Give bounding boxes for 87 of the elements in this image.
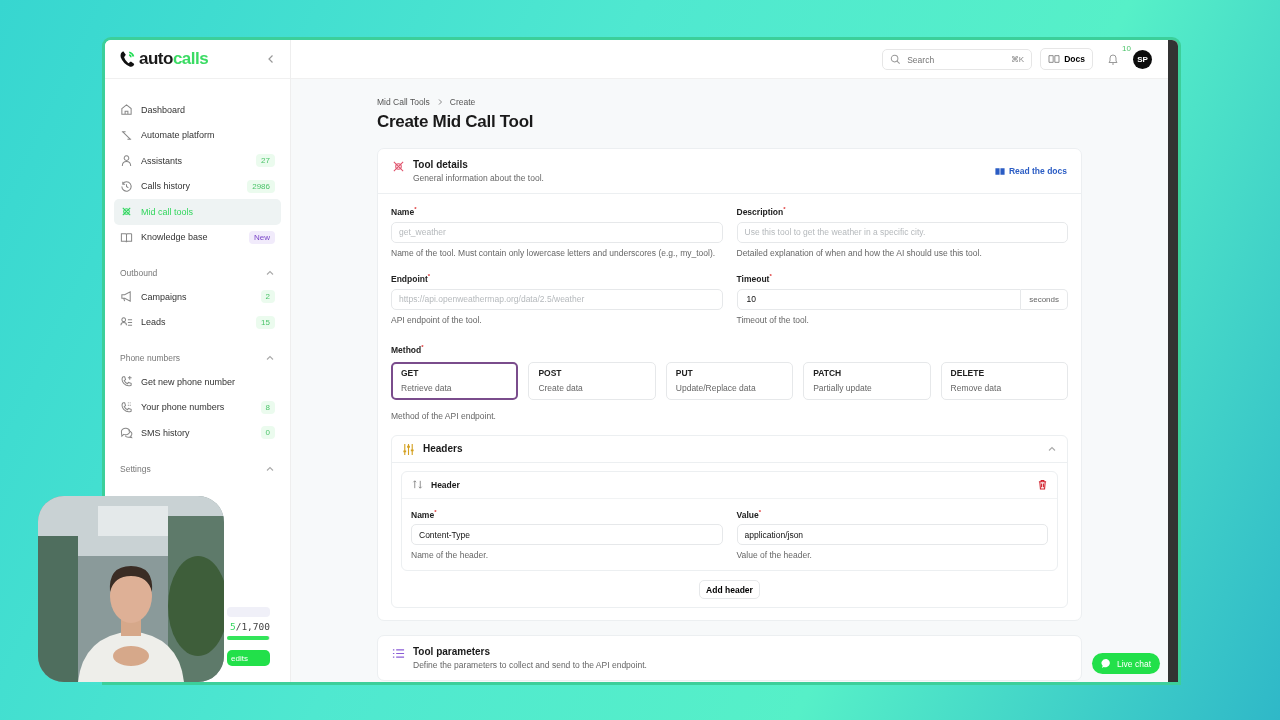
card-title: Tool details: [413, 159, 469, 170]
field-help: Name of the header.: [411, 550, 490, 561]
input-field[interactable]: application/json: [736, 524, 1048, 546]
count-badge: 8: [260, 400, 275, 414]
phone-grid-icon: [120, 400, 133, 414]
sidebar-item[interactable]: Knowledge base New: [114, 224, 281, 250]
home-icon: [120, 103, 133, 117]
section-title: Phone numbers: [120, 353, 180, 363]
unit-suffix: seconds: [1021, 288, 1068, 310]
input-field[interactable]: get_weather: [391, 221, 723, 243]
search-icon: [890, 53, 902, 65]
sidebar-item[interactable]: Assistants 27: [114, 148, 281, 174]
chat-bubble-icon: [120, 426, 133, 440]
book-icon: [994, 166, 1005, 176]
timeout-field[interactable]: 10: [736, 288, 1022, 310]
read-docs-link[interactable]: Read the docs: [994, 166, 1067, 176]
megaphone-icon: [120, 290, 133, 304]
method-option[interactable]: GET Retrieve data: [391, 361, 519, 400]
field-help: Detailed explanation of when and how the AI should use this tool.: [736, 247, 983, 258]
section-title: Settings: [120, 463, 151, 474]
chat-bubble-icon: [1100, 658, 1112, 669]
field-label: Method$^{*}$: [391, 344, 424, 355]
count-badge: 27: [256, 154, 275, 168]
sidebar-item[interactable]: Leads 15: [114, 309, 281, 335]
book-icon: [120, 230, 133, 244]
list-icon: [392, 647, 405, 661]
sidebar-item[interactable]: Automate platform: [114, 122, 281, 148]
field-help: Timeout of the tool.: [736, 314, 810, 325]
field-label: Timeout$^{*}$: [736, 272, 773, 284]
add-header-button[interactable]: Add header: [699, 580, 760, 600]
field-label: Endpoint$^{*}$: [391, 272, 432, 284]
field-help: API endpoint of the tool.: [391, 314, 483, 325]
sort-arrows-icon: [412, 479, 423, 491]
field-label: Value$^{*}$: [736, 508, 763, 520]
breadcrumb-link[interactable]: Mid Call Tools: [377, 97, 430, 107]
header-title: Header: [431, 479, 461, 490]
page-title: Create Mid Call Tool: [377, 112, 535, 132]
scrollbar[interactable]: [1168, 40, 1178, 682]
tool-icon: [392, 160, 405, 173]
shortcut-hint: ⌘K: [1010, 54, 1025, 64]
method-option[interactable]: PATCH Partially update: [803, 361, 931, 400]
user-avatar[interactable]: SP: [1133, 49, 1152, 69]
sliders-icon: [402, 442, 415, 456]
card-subtitle: Define the parameters to collect and send to the API endpoint.: [413, 660, 648, 671]
count-badge: 2986: [247, 179, 275, 193]
method-option[interactable]: DELETE Remove data: [940, 361, 1068, 400]
sidebar-item[interactable]: Dashboard: [114, 97, 281, 123]
credits-total: /1,700: [235, 621, 270, 632]
section-title: Outbound: [120, 268, 158, 278]
card-subtitle: General information about the tool.: [413, 173, 545, 183]
method-option[interactable]: PUT Update/Replace data: [665, 361, 794, 400]
chevron-icon[interactable]: [265, 268, 275, 278]
sidebar-item[interactable]: SMS history 0: [114, 420, 281, 446]
field-label: Name$^{*}$: [411, 508, 438, 520]
input-field[interactable]: Content-Type: [411, 524, 723, 546]
trash-icon[interactable]: [1038, 479, 1047, 491]
method-option[interactable]: POST Create data: [528, 361, 656, 400]
field-help: Value of the header.: [736, 550, 813, 561]
sidebar-item[interactable]: Calls history 2986: [114, 173, 281, 199]
collapse-icon[interactable]: [266, 54, 276, 64]
new-badge: New: [249, 230, 275, 244]
person-icon: [120, 154, 133, 168]
breadcrumb-current: Create: [449, 97, 476, 107]
sidebar-item[interactable]: Campaigns 2: [114, 284, 281, 310]
book-icon: [1048, 54, 1061, 64]
notification-count: 10: [1122, 43, 1131, 53]
input-field[interactable]: https://api.openweathermap.org/data/2.5/weather: [391, 288, 723, 310]
card-title: Tool parameters: [413, 646, 492, 658]
sidebar-item[interactable]: Your phone numbers 8: [114, 394, 281, 420]
phone-logo-icon: [119, 49, 136, 69]
logo-text: autocalls: [139, 49, 209, 69]
field-label: Description$^{*}$: [736, 206, 787, 217]
notification-bell-icon[interactable]: [1107, 52, 1119, 66]
docs-button[interactable]: Docs: [1040, 48, 1093, 70]
sidebar-item[interactable]: Get new phone number: [114, 369, 281, 395]
headers-title: Headers: [423, 443, 464, 455]
chevron-icon[interactable]: [265, 353, 275, 363]
people-list-icon: [120, 315, 133, 329]
credits-used: 5: [229, 621, 236, 632]
count-badge: 15: [256, 315, 275, 329]
history-icon: [120, 179, 133, 193]
count-badge: 0: [260, 426, 275, 440]
field-help: Method of the API endpoint.: [391, 410, 496, 421]
count-badge: 2: [260, 290, 275, 304]
field-label: Name$^{*}$: [391, 206, 418, 217]
field-help: Name of the tool. Must contain only lowercase letters and underscores (e.g., my_tool).: [391, 247, 717, 258]
phone-plus-icon: [120, 375, 133, 389]
